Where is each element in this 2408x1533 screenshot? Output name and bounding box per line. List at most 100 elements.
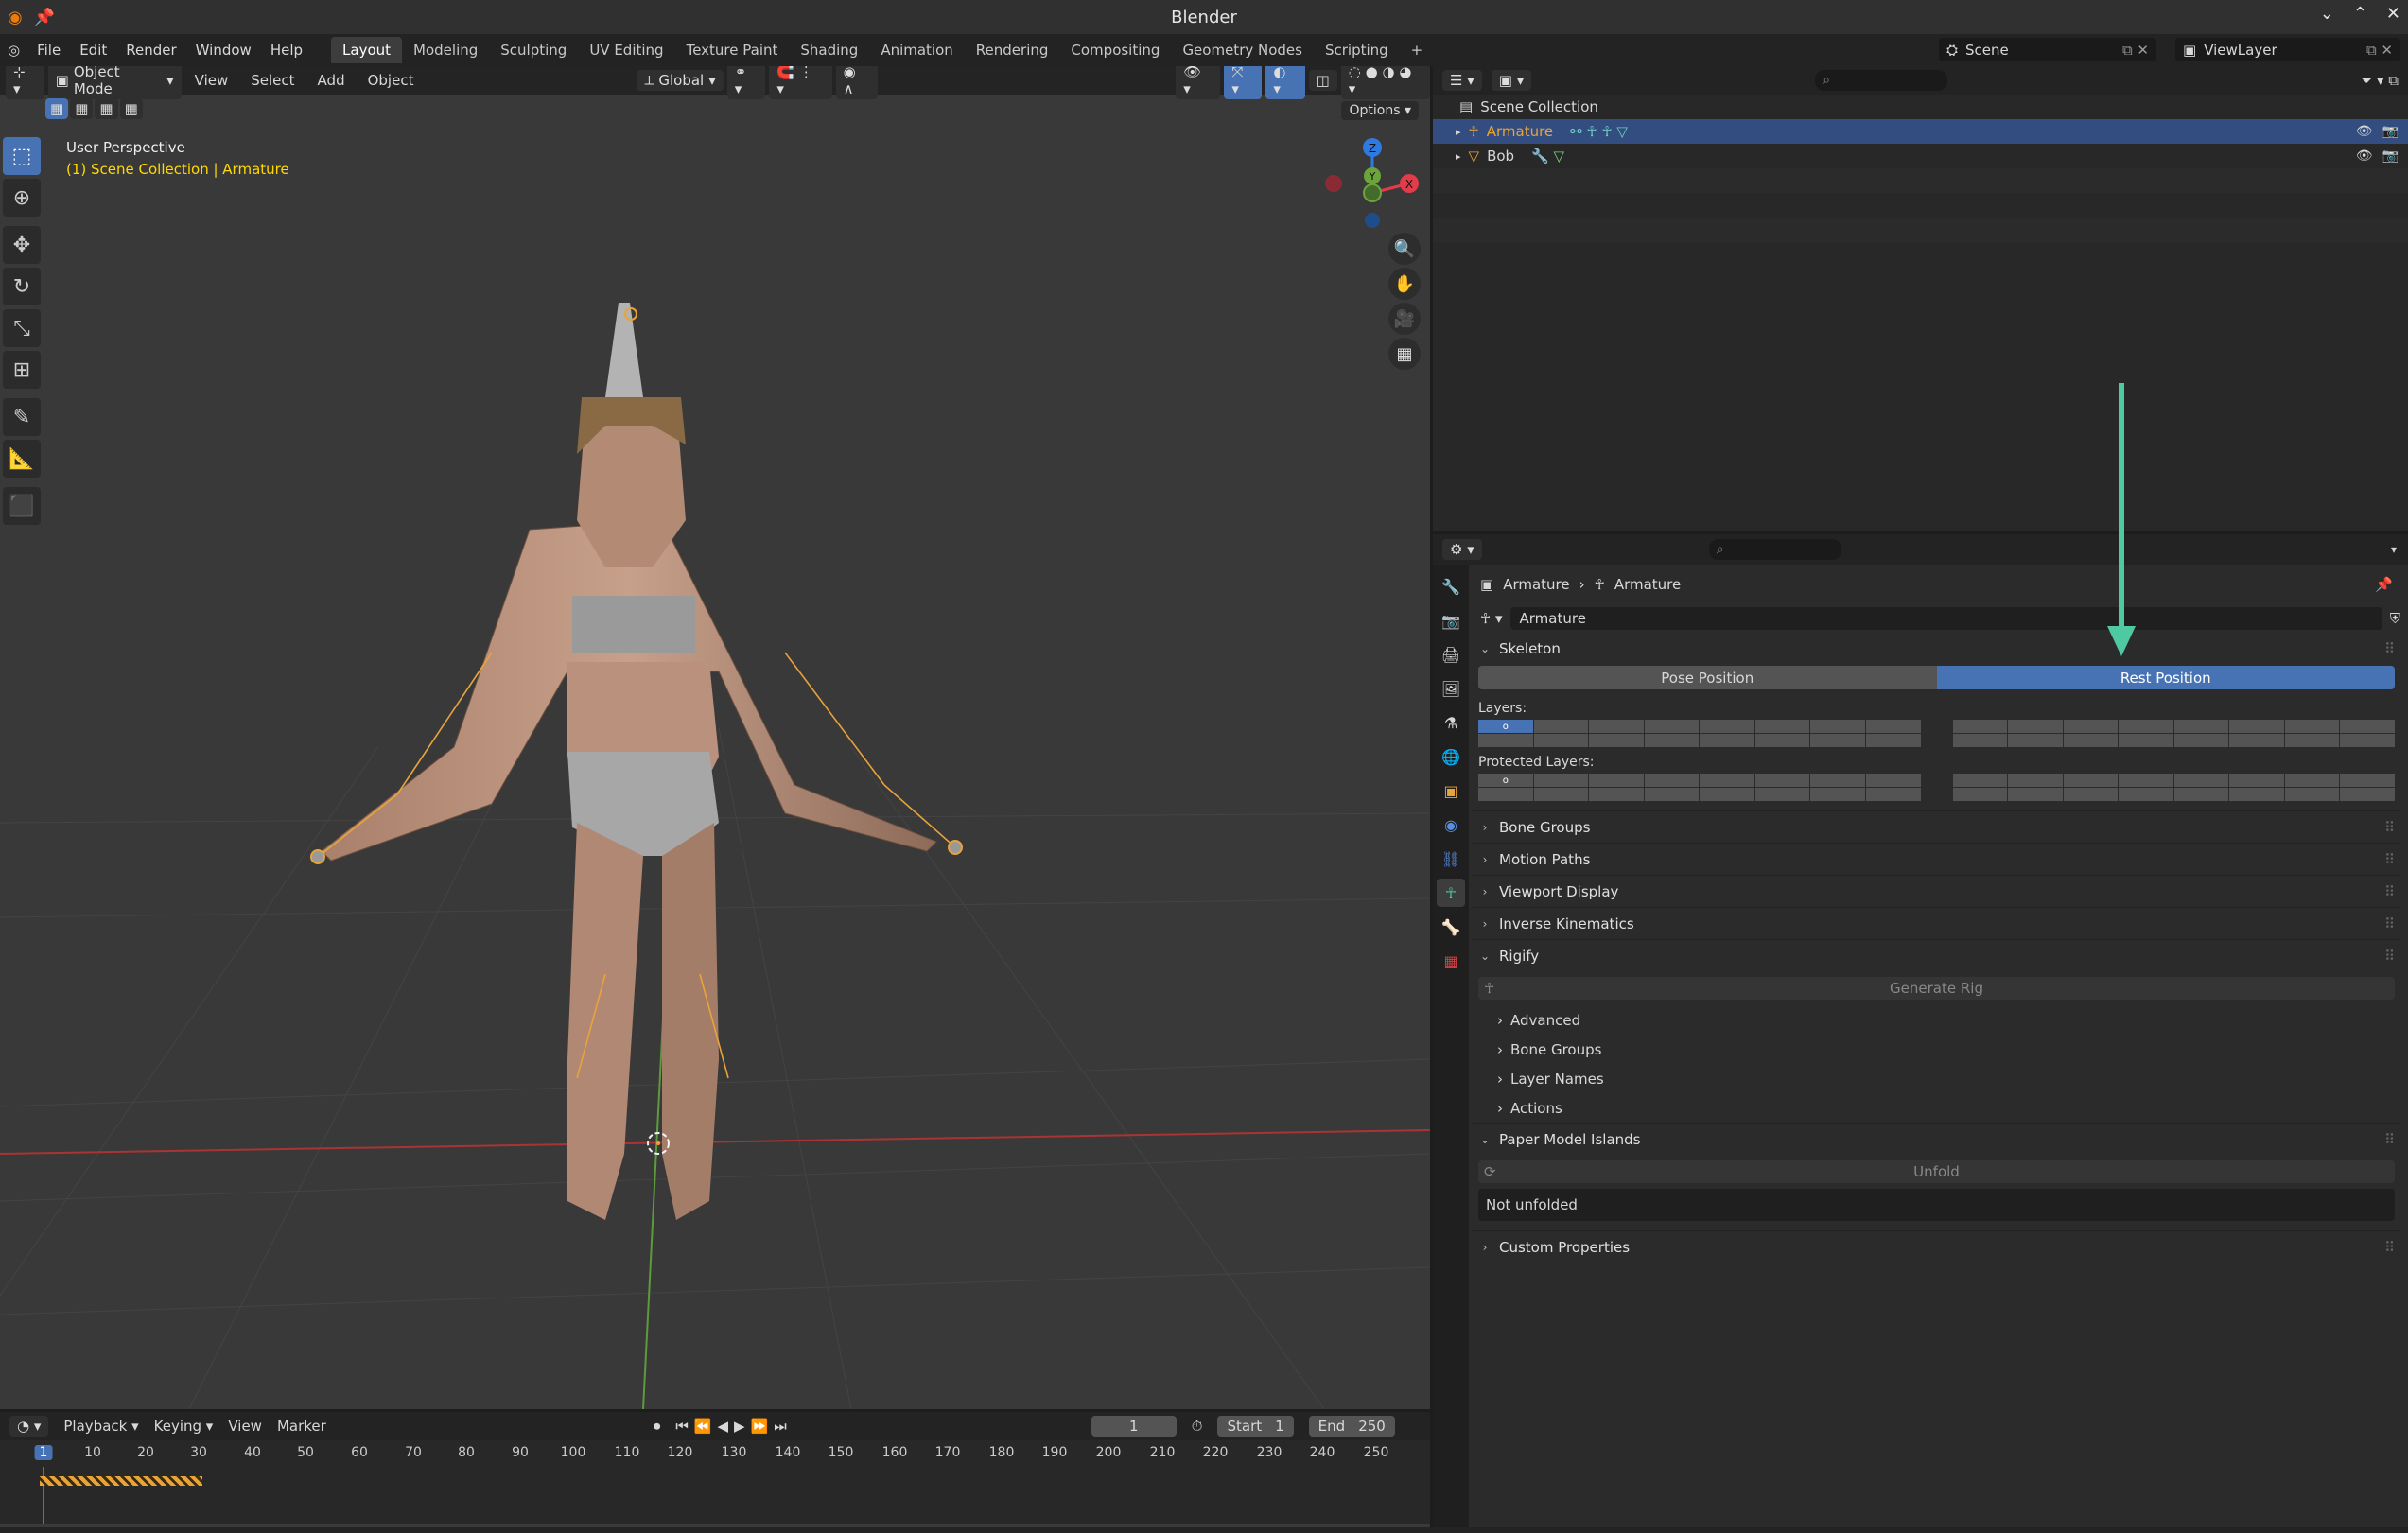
select-extend-icon[interactable]: ▦ — [70, 98, 94, 119]
motion-paths-panel-header[interactable]: › Motion Paths ⠿ — [1478, 844, 2395, 875]
transform-tool-icon[interactable]: ⊞ — [3, 351, 41, 389]
overlay-toggle[interactable]: ◐ ▾ — [1265, 66, 1305, 99]
layer-toggle[interactable] — [1952, 720, 2008, 733]
tab-uv-editing[interactable]: UV Editing — [578, 37, 674, 63]
tab-modeling[interactable]: Modeling — [402, 37, 489, 63]
protected-layer-toggle[interactable] — [1952, 788, 2008, 801]
layer-toggle[interactable] — [1589, 720, 1644, 733]
tab-layout[interactable]: Layout — [331, 37, 403, 63]
layer-toggle[interactable] — [2173, 720, 2229, 733]
viewport-display-panel-header[interactable]: › Viewport Display ⠿ — [1478, 876, 2395, 907]
tab-animation[interactable]: Animation — [869, 37, 964, 63]
menu-window[interactable]: Window — [186, 42, 261, 59]
display-mode-dropdown[interactable]: ▣ ▾ — [1491, 70, 1532, 91]
pan-hand-icon[interactable]: ✋ — [1388, 268, 1421, 300]
selection-modes[interactable]: ▦ ▦ ▦ ▦ — [45, 98, 143, 119]
layer-toggle[interactable] — [2008, 734, 2063, 747]
protected-layer-toggle[interactable] — [1644, 788, 1700, 801]
protected-layer-toggle[interactable] — [1865, 774, 1921, 787]
shading-modes[interactable]: ◌ ● ◑ ◕ ▾ — [1340, 66, 1430, 99]
tab-shading[interactable]: Shading — [789, 37, 869, 63]
drag-handle-icon[interactable]: ⠿ — [2384, 948, 2395, 965]
playback-controls-icon[interactable]: ⏮⏪◀▶⏩⏭ — [675, 1418, 792, 1435]
layer-toggle[interactable] — [1754, 720, 1810, 733]
layer-toggle[interactable] — [1589, 734, 1644, 747]
paper-model-panel-header[interactable]: ⌄ Paper Model Islands ⠿ — [1478, 1124, 2395, 1155]
protected-layer-toggle[interactable] — [1810, 788, 1865, 801]
close-icon[interactable]: ✕ — [2386, 4, 2400, 24]
pin-icon[interactable]: 📌 — [34, 8, 55, 27]
rigify-subpanel-advanced[interactable]: › Advanced — [1478, 1005, 2395, 1035]
scene-actions-icon[interactable]: ⧉ ✕ — [2122, 42, 2149, 59]
outliner-scene-collection[interactable]: ▤ Scene Collection — [1433, 95, 2408, 119]
texture-tab-icon[interactable]: ▦ — [1437, 947, 1465, 975]
move-tool-icon[interactable]: ✥ — [3, 226, 41, 264]
layer-toggle[interactable] — [1810, 734, 1865, 747]
properties-editor-type[interactable]: ⚙ ▾ — [1442, 539, 1482, 560]
view-layer-tab-icon[interactable]: 🖼 — [1437, 674, 1465, 703]
layer-toggle[interactable] — [2008, 720, 2063, 733]
protected-layer-toggle[interactable] — [1589, 788, 1644, 801]
menu-file[interactable]: File — [27, 42, 70, 59]
keyframes-strip[interactable] — [40, 1476, 202, 1486]
tab-sculpting[interactable]: Sculpting — [489, 37, 578, 63]
scene-selector[interactable]: ⛭ Scene ⧉ ✕ — [1939, 38, 2156, 61]
object-mode-dropdown[interactable]: ▣ Object Mode ▾ — [47, 66, 182, 99]
drag-handle-icon[interactable]: ⠿ — [2384, 640, 2395, 657]
protected-layer-toggle[interactable] — [2119, 788, 2173, 801]
scene-tab-icon[interactable]: ⚗ — [1437, 708, 1465, 737]
ortho-grid-icon[interactable]: ▦ — [1388, 338, 1421, 370]
tab-scripting[interactable]: Scripting — [1314, 37, 1400, 63]
add-cube-tool-icon[interactable]: ⬛ — [3, 487, 41, 525]
view-layer-actions-icon[interactable]: ⧉ ✕ — [2366, 42, 2393, 59]
tab-texture-paint[interactable]: Texture Paint — [675, 37, 790, 63]
expand-arrow-icon[interactable]: ▸ — [1456, 126, 1461, 138]
character-mesh[interactable] — [321, 303, 937, 1220]
view-layer-selector[interactable]: ▣ ViewLayer ⧉ ✕ — [2175, 38, 2400, 61]
menu-edit[interactable]: Edit — [70, 42, 116, 59]
outliner-editor-type[interactable]: ☰ ▾ — [1442, 70, 1482, 91]
protected-layer-toggle[interactable] — [2229, 774, 2284, 787]
inverse-kinematics-panel-header[interactable]: › Inverse Kinematics ⠿ — [1478, 908, 2395, 939]
timeline-editor-type[interactable]: ◔ ▾ — [9, 1416, 49, 1437]
protected-layer-toggle[interactable] — [2173, 774, 2229, 787]
protected-layer-toggle[interactable] — [1533, 774, 1589, 787]
select-box-tool-icon[interactable]: ⬚ — [3, 137, 41, 175]
layer-toggle[interactable] — [1533, 734, 1589, 747]
select-subtract-icon[interactable]: ▦ — [95, 98, 118, 119]
rigify-subpanel-actions[interactable]: › Actions — [1478, 1093, 2395, 1123]
drag-handle-icon[interactable]: ⠿ — [2384, 819, 2395, 836]
tab-rendering[interactable]: Rendering — [965, 37, 1060, 63]
layer-toggle[interactable] — [1865, 734, 1921, 747]
maximize-icon[interactable]: ⌃ — [2353, 4, 2367, 24]
add-workspace-button[interactable]: + — [1400, 37, 1435, 63]
protected-layer-toggle[interactable] — [1810, 774, 1865, 787]
bone-groups-panel-header[interactable]: › Bone Groups ⠿ — [1478, 811, 2395, 843]
layer-toggle[interactable] — [2229, 720, 2284, 733]
layer-toggle[interactable] — [2284, 720, 2340, 733]
visibility-dropdown[interactable]: 👁 ▾ — [1176, 66, 1221, 99]
gizmo-toggle[interactable]: ⤧ ▾ — [1224, 66, 1263, 99]
drag-handle-icon[interactable]: ⠿ — [2384, 1131, 2395, 1148]
eye-icon[interactable]: 👁 — [2356, 148, 2373, 164]
layer-toggle[interactable] — [2063, 720, 2119, 733]
layer-toggle[interactable] — [2119, 720, 2173, 733]
object-tab-icon[interactable]: ▣ — [1437, 776, 1465, 805]
layer-toggle[interactable] — [1644, 734, 1700, 747]
navigation-gizmo[interactable]: Z X Y — [1325, 138, 1419, 228]
layer-toggle[interactable] — [2340, 734, 2395, 747]
pose-position-button[interactable]: Pose Position — [1478, 666, 1937, 689]
protected-layer-toggle[interactable] — [1533, 788, 1589, 801]
protected-layer-toggle[interactable] — [1754, 788, 1810, 801]
expand-arrow-icon[interactable]: ▸ — [1456, 150, 1461, 163]
zoom-icon[interactable]: 🔍 — [1388, 233, 1421, 265]
fake-user-shield-icon[interactable]: ⛨ — [2390, 610, 2400, 627]
layer-toggle[interactable] — [1478, 734, 1533, 747]
protected-layer-toggle[interactable] — [2284, 774, 2340, 787]
3d-viewport[interactable]: Z X Y ⊹ ▾ ▣ Object Mode ▾ View Select Ad… — [0, 66, 1430, 1409]
generate-rig-button[interactable]: ☥ Generate Rig — [1478, 977, 2395, 1000]
annotate-tool-icon[interactable]: ✎ — [3, 398, 41, 436]
unfold-button[interactable]: ⟳ Unfold — [1478, 1160, 2395, 1183]
protected-layer-toggle[interactable] — [1478, 788, 1533, 801]
drag-handle-icon[interactable]: ⠿ — [2384, 851, 2395, 868]
